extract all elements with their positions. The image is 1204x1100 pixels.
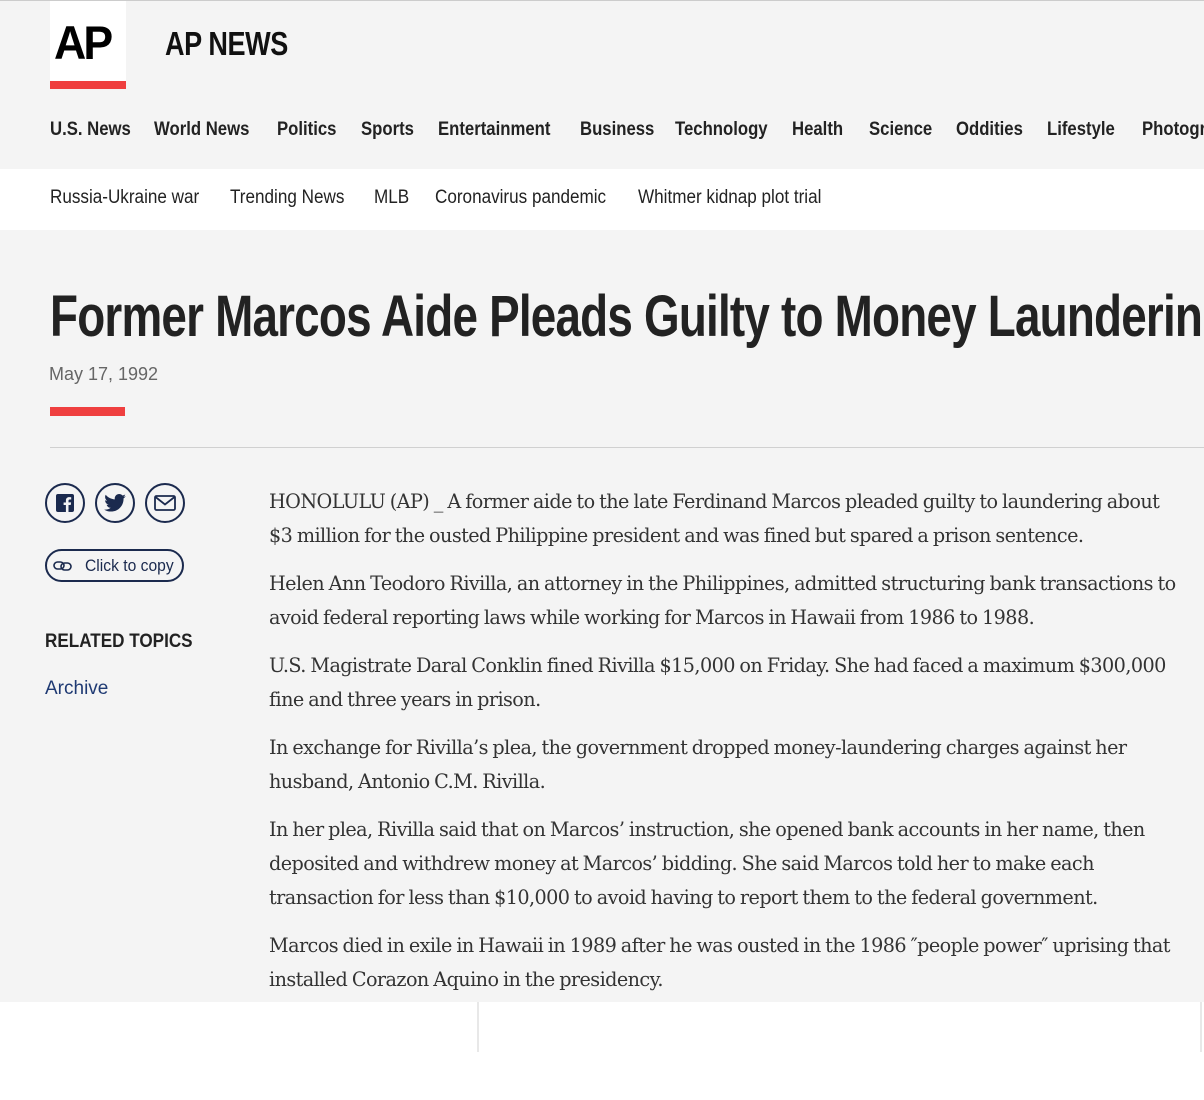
- twitter-share-button[interactable]: [95, 483, 135, 523]
- nav-item-us-news[interactable]: U.S. News: [50, 119, 131, 141]
- article-paragraph: Helen Ann Teodoro Rivilla, an attorney i…: [269, 571, 1176, 629]
- article-date: May 17, 1992: [49, 364, 159, 384]
- subnav-item-whitmer-trial[interactable]: Whitmer kidnap plot trial: [638, 187, 821, 209]
- trending-nav: Russia-Ukraine war Trending News MLB Cor…: [0, 169, 1204, 230]
- nav-item-world-news[interactable]: World News: [154, 119, 249, 141]
- subnav-item-coronavirus[interactable]: Coronavirus pandemic: [435, 187, 606, 209]
- nav-item-health[interactable]: Health: [792, 119, 843, 141]
- site-header: AP AP NEWS U.S. News World News Politics…: [0, 1, 1204, 169]
- nav-item-science[interactable]: Science: [869, 119, 932, 141]
- headline-accent-bar: [50, 407, 125, 416]
- nav-item-sports[interactable]: Sports: [361, 119, 414, 141]
- nav-item-politics[interactable]: Politics: [277, 119, 336, 141]
- footer-divider: [477, 1002, 479, 1052]
- related-topics-heading: RELATED TOPICS: [45, 631, 193, 652]
- article-paragraph: In exchange for Rivilla’s plea, the gove…: [269, 735, 1127, 793]
- article-paragraph: Marcos died in exile in Hawaii in 1989 a…: [269, 933, 1171, 991]
- footer-divider: [1200, 1002, 1202, 1052]
- page-footer-area: [0, 1002, 1204, 1100]
- copy-link-label: Click to copy: [85, 555, 174, 575]
- article-paragraph: HONOLULU (AP) _ A former aide to the lat…: [269, 489, 1160, 547]
- subnav-item-trending-news[interactable]: Trending News: [230, 187, 344, 209]
- logo-text: AP: [54, 16, 113, 69]
- brand-name[interactable]: AP NEWS: [165, 25, 288, 63]
- related-topic-archive[interactable]: Archive: [45, 678, 108, 700]
- email-share-button[interactable]: [145, 483, 185, 523]
- nav-item-photography[interactable]: Photography: [1142, 119, 1204, 141]
- logo-red-bar: [50, 81, 126, 89]
- nav-item-technology[interactable]: Technology: [675, 119, 768, 141]
- email-icon: [154, 495, 176, 511]
- facebook-share-button[interactable]: [45, 483, 85, 523]
- facebook-icon: [56, 494, 74, 512]
- header-divider: [50, 447, 1204, 448]
- link-icon: [53, 560, 72, 571]
- twitter-icon: [104, 494, 126, 512]
- subnav-item-mlb[interactable]: MLB: [374, 187, 409, 209]
- ap-logo[interactable]: AP: [50, 1, 126, 89]
- article-body: HONOLULU (AP) _ A former aide to the lat…: [269, 484, 1179, 1010]
- copy-link-button[interactable]: Click to copy: [45, 549, 184, 582]
- article-paragraph: U.S. Magistrate Daral Conklin fined Rivi…: [269, 653, 1166, 711]
- nav-item-business[interactable]: Business: [580, 119, 654, 141]
- subnav-item-russia-ukraine[interactable]: Russia-Ukraine war: [50, 187, 199, 209]
- nav-item-oddities[interactable]: Oddities: [956, 119, 1023, 141]
- article-headline: Former Marcos Aide Pleads Guilty to Mone…: [50, 284, 1204, 349]
- nav-item-entertainment[interactable]: Entertainment: [438, 119, 550, 141]
- article-paragraph: In her plea, Rivilla said that on Marcos…: [269, 817, 1145, 909]
- nav-item-lifestyle[interactable]: Lifestyle: [1047, 119, 1115, 141]
